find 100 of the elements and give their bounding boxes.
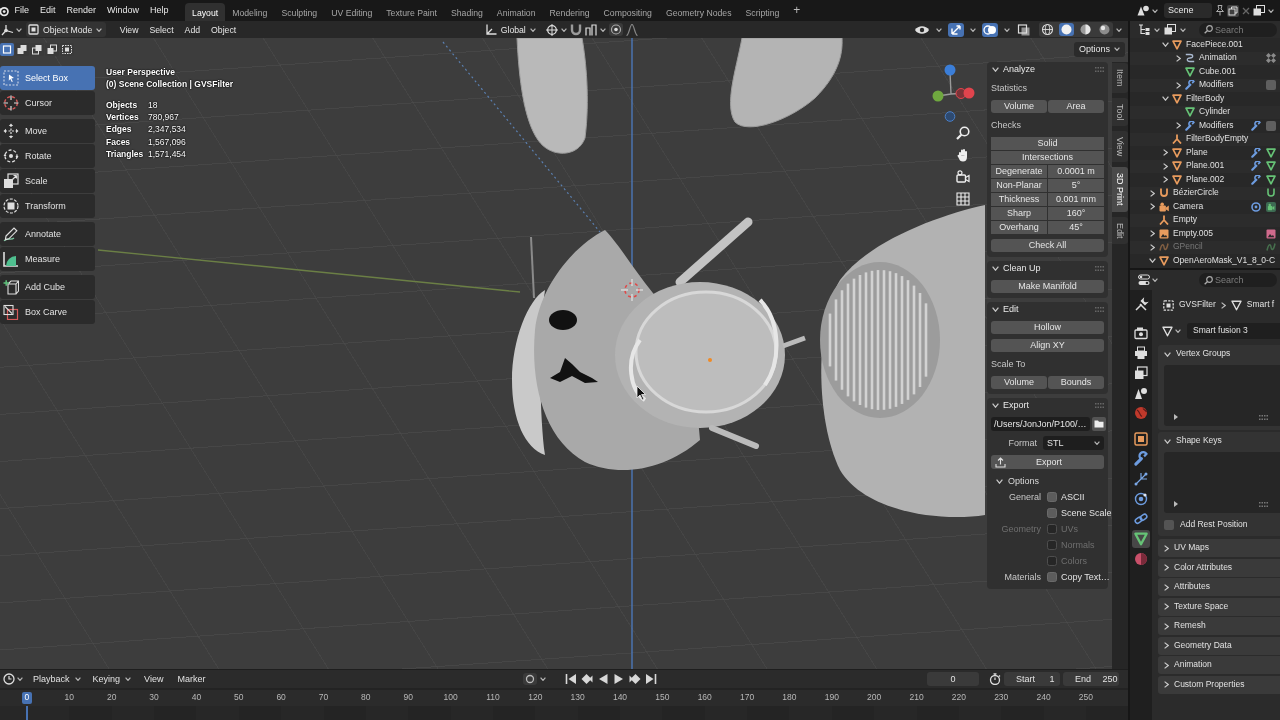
stacked-squares-icon[interactable] [1253,5,1265,16]
drag-handle-icon[interactable] [1095,402,1104,408]
curve-icon[interactable] [1266,188,1276,199]
workspace-tab[interactable]: Modeling [225,3,275,21]
ring-icon[interactable] [1251,201,1261,212]
3d-cursor-icon[interactable] [620,278,644,302]
caret-icon[interactable] [1152,278,1158,282]
stacked-squares-icon[interactable] [1164,24,1176,35]
camera-icon[interactable] [1159,201,1169,212]
menu-item[interactable]: Window [101,5,145,16]
tool-button[interactable]: Annotate [0,222,95,246]
grip-icon[interactable] [1259,502,1268,507]
caret-icon[interactable] [1152,8,1158,13]
checkbox-label[interactable]: Scene Scale [1061,507,1112,519]
diamonds-icon[interactable] [1266,53,1276,64]
outliner-item[interactable]: FilterBody [1186,93,1225,104]
workspace-tab[interactable]: Scripting [738,3,787,21]
caret-icon[interactable] [1268,8,1274,13]
chevron-right-icon[interactable] [1164,681,1169,688]
sidebar-tab[interactable]: Item [1112,63,1128,93]
chevron-down-icon[interactable] [1164,351,1171,357]
zoom-icon[interactable] [956,126,970,140]
panel-title[interactable]: Custom Properties [1174,679,1245,690]
outliner-item[interactable]: Modifiers [1199,120,1234,131]
number-field[interactable]: 45° [1048,221,1104,234]
panel-title[interactable]: Color Attributes [1174,562,1233,573]
menu-item[interactable]: Select [143,24,180,35]
panel-title[interactable]: Animation [1174,660,1212,670]
panel-button[interactable]: Check All [991,239,1104,252]
triangle-icon[interactable] [1172,161,1182,172]
outliner-item[interactable]: Cube.001 [1199,66,1236,77]
hand-icon[interactable] [956,148,970,162]
options-dropdown[interactable]: Options [1073,41,1125,57]
chevron-down-icon[interactable] [996,478,1003,484]
tool-button[interactable]: Add Cube [0,275,95,299]
wrench-icon[interactable] [1251,174,1261,185]
squiggle-icon[interactable] [1266,242,1276,253]
panel-button[interactable]: Align XY [991,339,1104,352]
chevron-right-icon[interactable] [1175,54,1181,62]
chevron-down-icon[interactable] [1148,258,1156,264]
circle-dot-icon[interactable] [608,23,623,36]
panel-button[interactable]: Bounds [1048,376,1104,389]
chevron-right-icon[interactable] [1164,583,1169,591]
panel-title[interactable]: Texture Space [1174,601,1229,612]
number-field[interactable]: 5° [1048,179,1104,192]
triangle-icon[interactable] [1132,530,1150,548]
check-button[interactable]: Thickness [991,193,1047,206]
triangle-icon[interactable] [1266,174,1276,185]
image-icon[interactable] [1266,228,1276,239]
check-button[interactable]: Non-Planar [991,179,1047,192]
check-button[interactable]: Degenerate [991,165,1047,178]
caret-icon[interactable] [1004,27,1010,32]
checkbox-label[interactable]: Add Rest Position [1180,520,1248,530]
panel-title[interactable]: Analyze [1003,63,1091,75]
chevron-right-icon[interactable] [1162,149,1168,157]
checkbox-label[interactable]: ASCII [1061,491,1085,503]
half-shaded-sphere-icon[interactable] [1078,23,1093,36]
caret-icon[interactable] [125,677,132,681]
play-reverse-icon[interactable] [597,673,610,685]
playhead[interactable]: 0 [21,692,33,704]
tool-button[interactable]: Measure [0,247,95,271]
overlapping-circles-icon[interactable] [982,22,998,37]
chevron-right-icon[interactable] [1164,622,1169,630]
caret-icon[interactable] [96,27,103,32]
tool-button[interactable]: Select Box [0,66,95,90]
select-intersect-icon[interactable] [60,42,74,56]
menu-item[interactable]: Marker [171,673,212,685]
image-icon[interactable] [1159,228,1169,239]
shaded-sphere-icon[interactable] [1097,23,1112,36]
number-field[interactable]: 0.001 mm [1048,193,1104,206]
next-keyframe-icon[interactable] [629,673,642,685]
crosshair-circle-icon[interactable] [545,23,558,36]
chevron-down-icon[interactable] [1161,42,1169,48]
chevron-down-icon[interactable] [992,66,999,72]
pin-icon[interactable] [1215,5,1224,16]
axes-icon[interactable] [1159,215,1169,226]
chevron-right-icon[interactable] [1164,564,1169,571]
checkbox[interactable] [1047,572,1057,582]
number-field[interactable]: 0.0001 m [1048,165,1104,178]
checkbox[interactable] [1047,508,1057,518]
orientation-dropdown[interactable]: Global [481,23,539,36]
select-new-icon[interactable] [0,42,14,56]
particles-icon[interactable] [1132,470,1150,488]
menu-dropdown[interactable]: Keying [87,673,137,685]
chevron-right-icon[interactable] [1162,162,1168,170]
caret-icon[interactable] [1154,27,1160,32]
caret-icon[interactable] [599,27,606,32]
menu-item[interactable]: Object [205,24,242,35]
panel-button[interactable]: Volume [991,100,1047,113]
caret-icon[interactable] [17,677,23,681]
toggles-icon[interactable] [1138,274,1150,286]
drag-handle-icon[interactable] [1095,265,1104,271]
add-workspace-button[interactable]: + [786,3,808,21]
chevron-down-icon[interactable] [1164,438,1171,444]
tool-button[interactable]: Scale [0,169,95,193]
caret-icon[interactable] [1116,27,1122,32]
mode-dropdown[interactable]: Object Mode [26,22,107,37]
clock-icon[interactable] [3,673,15,685]
triangle-icon[interactable] [1266,161,1276,172]
checkbox[interactable] [1047,492,1057,502]
